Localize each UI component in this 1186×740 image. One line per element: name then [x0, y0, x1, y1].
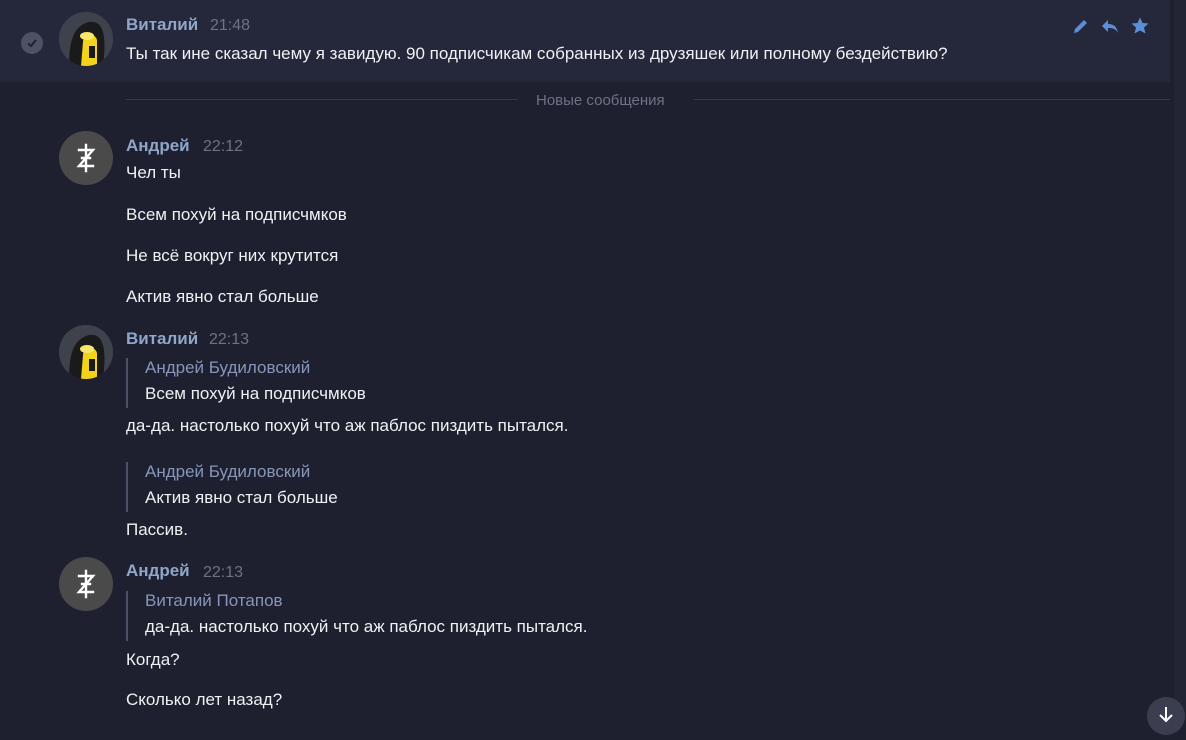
check-icon[interactable] — [21, 32, 43, 54]
message-text: да-да. настолько похуй что аж паблос пиз… — [126, 416, 569, 435]
quote-text: да-да. настолько похуй что аж паблос пиз… — [145, 617, 588, 636]
avatar[interactable] — [59, 12, 113, 66]
message-author[interactable]: Виталий — [126, 329, 198, 349]
message-text: Ты так ине сказал чему я завидую. 90 под… — [126, 44, 948, 63]
quote-author: Андрей Будиловский — [145, 462, 311, 481]
new-messages-label: Новые сообщения — [536, 92, 665, 109]
message-text: Актив явно стал больше — [126, 287, 319, 306]
reply-icon[interactable] — [1100, 16, 1120, 36]
star-icon[interactable] — [1130, 16, 1150, 36]
quote-author: Андрей Будиловский — [145, 358, 311, 377]
message-time: 22:13 — [203, 564, 244, 581]
avatar[interactable] — [59, 325, 113, 379]
edit-icon[interactable] — [1071, 16, 1091, 36]
message-text: Чел ты — [126, 163, 181, 182]
quote-author: Виталий Потапов — [145, 591, 283, 610]
message-text: Не всё вокруг них крутится — [126, 246, 339, 265]
divider — [126, 99, 518, 100]
reply-quote[interactable]: Андрей Будиловский Всем похуй на подписч… — [126, 358, 366, 408]
message-time: 22:12 — [203, 138, 244, 155]
arrow-down-icon — [1159, 707, 1173, 723]
quote-text: Актив явно стал больше — [145, 488, 338, 507]
avatar[interactable] — [59, 131, 113, 185]
scroll-down-button[interactable] — [1147, 697, 1185, 735]
divider — [694, 99, 1170, 100]
quote-text: Всем похуй на подписчмков — [145, 384, 366, 403]
message-text: Пассив. — [126, 520, 188, 539]
message-time: 22:13 — [209, 331, 250, 348]
message-time: 21:48 — [210, 17, 251, 34]
message-text: Сколько лет назад? — [126, 690, 283, 709]
reply-quote[interactable]: Андрей Будиловский Актив явно стал больш… — [126, 462, 338, 512]
message-hover-row — [0, 0, 1170, 82]
reply-quote[interactable]: Виталий Потапов да-да. настолько похуй ч… — [126, 591, 587, 641]
message-author[interactable]: Андрей — [126, 561, 190, 581]
avatar[interactable] — [59, 557, 113, 611]
message-author[interactable]: Виталий — [126, 15, 198, 35]
message-text: Всем похуй на подписчмков — [126, 205, 347, 224]
message-author[interactable]: Андрей — [126, 136, 190, 156]
scrollbar[interactable] — [1174, 0, 1186, 721]
message-text: Когда? — [126, 650, 180, 669]
